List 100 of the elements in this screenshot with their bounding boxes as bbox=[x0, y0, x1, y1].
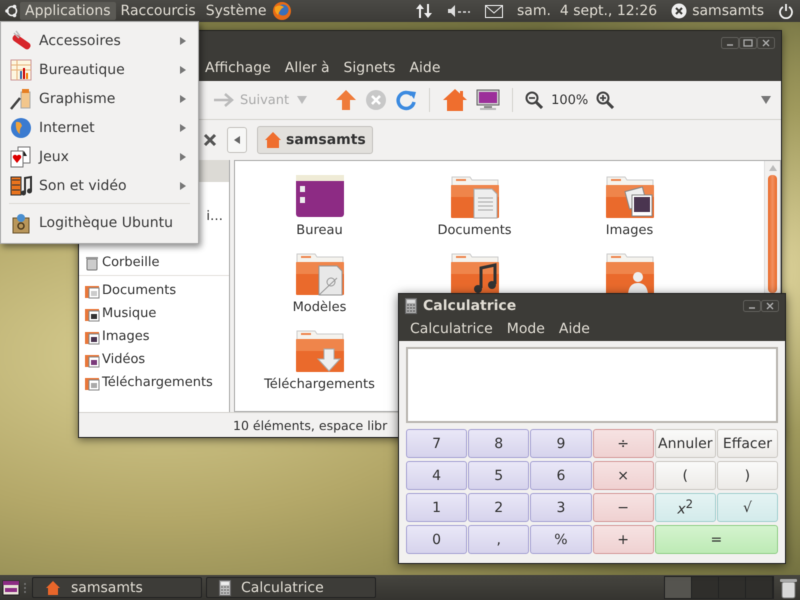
calculator-key[interactable]: x$^{2}$ bbox=[654, 493, 716, 522]
trash-icon[interactable] bbox=[778, 576, 798, 598]
scroll-left-button[interactable] bbox=[227, 127, 247, 153]
submenu-arrow-icon bbox=[180, 66, 186, 74]
maximize-icon[interactable] bbox=[739, 37, 757, 49]
close-icon[interactable] bbox=[761, 300, 779, 312]
desktop-folder-icon bbox=[294, 173, 344, 219]
calculator-key[interactable]: 5 bbox=[468, 461, 530, 490]
calculator-icon bbox=[405, 298, 417, 314]
spreadsheet-chart-icon bbox=[10, 58, 32, 80]
taskbar-button[interactable]: samsamts bbox=[32, 577, 202, 598]
status-text: 10 éléments, espace libr bbox=[233, 418, 388, 432]
zoom-in-icon[interactable] bbox=[596, 91, 614, 109]
zoom-out-icon[interactable] bbox=[525, 91, 544, 109]
film-note-icon bbox=[10, 174, 32, 196]
network-arrows-icon[interactable] bbox=[414, 2, 433, 20]
menu-item[interactable]: Accessoires bbox=[1, 26, 198, 55]
sidebar-item[interactable]: i… bbox=[206, 209, 223, 224]
left-triangle-icon bbox=[234, 136, 240, 144]
calculator-key[interactable]: 4 bbox=[406, 461, 468, 490]
calculator-key[interactable]: 8 bbox=[468, 429, 530, 458]
window-title: Calculatrice bbox=[423, 298, 518, 314]
sidebar-item[interactable]: Documents bbox=[79, 279, 229, 302]
close-icon[interactable] bbox=[757, 37, 775, 49]
sidebar-item[interactable]: Corbeille bbox=[79, 251, 229, 274]
pocket-knife-icon bbox=[10, 30, 32, 52]
menu-bar-item[interactable]: Aide bbox=[409, 60, 440, 76]
submenu-arrow-icon bbox=[180, 36, 186, 44]
file-label[interactable]: Téléchargements bbox=[264, 377, 375, 392]
right-arrow-icon bbox=[213, 92, 235, 108]
globe-icon bbox=[10, 116, 32, 138]
speaker-icon[interactable] bbox=[446, 4, 471, 18]
user-name[interactable]: samsamts bbox=[692, 3, 764, 19]
calculator-key[interactable]: 7 bbox=[406, 429, 468, 458]
clock[interactable]: sam. 4 sept., 12:26 bbox=[516, 3, 658, 19]
calculator-key[interactable]: ÷ bbox=[592, 429, 654, 458]
show-desktop-icon[interactable] bbox=[2, 578, 20, 596]
calculator-key[interactable]: % bbox=[530, 525, 592, 554]
calculator-key[interactable]: √ bbox=[716, 493, 778, 522]
menu-bar-item[interactable]: Mode bbox=[506, 321, 545, 337]
menu-item[interactable]: Bureautique bbox=[1, 55, 198, 84]
menu-item[interactable]: Internet bbox=[1, 113, 198, 142]
close-icon[interactable] bbox=[203, 133, 217, 147]
envelope-icon[interactable] bbox=[484, 4, 503, 18]
menu-bar-item[interactable]: Affichage bbox=[205, 60, 271, 76]
computer-icon[interactable] bbox=[476, 89, 500, 111]
calculator-key[interactable]: 3 bbox=[530, 493, 592, 522]
panel-menu[interactable]: Système bbox=[200, 2, 272, 20]
calculator-key[interactable]: 9 bbox=[530, 429, 592, 458]
trash-icon bbox=[84, 254, 100, 270]
calculator-key[interactable]: + bbox=[592, 525, 654, 554]
panel-menu[interactable]: Applications bbox=[20, 2, 116, 20]
panel-menu[interactable]: Raccourcis bbox=[116, 2, 201, 20]
caret-icon[interactable] bbox=[761, 96, 771, 104]
submenu-arrow-icon bbox=[180, 152, 186, 160]
file-label[interactable]: Bureau bbox=[296, 223, 343, 238]
calculator-key[interactable]: = bbox=[654, 525, 778, 554]
calculator-key[interactable]: − bbox=[592, 493, 654, 522]
globe-fox-icon[interactable] bbox=[272, 1, 292, 21]
calculator-key[interactable]: ) bbox=[716, 461, 778, 490]
calculator-key[interactable]: , bbox=[468, 525, 530, 554]
calculator-key[interactable]: 1 bbox=[406, 493, 468, 522]
display-field[interactable] bbox=[406, 347, 778, 423]
reload-icon[interactable] bbox=[395, 89, 418, 111]
handle-icon bbox=[24, 582, 28, 594]
calculator-key[interactable]: Annuler bbox=[654, 429, 716, 458]
sidebar-item[interactable]: Vidéos bbox=[79, 348, 229, 371]
sidebar-item[interactable]: Musique bbox=[79, 302, 229, 325]
calculator-key[interactable]: 0 bbox=[406, 525, 468, 554]
path-button[interactable]: samsamts bbox=[257, 126, 373, 154]
calculator-icon bbox=[219, 580, 231, 596]
minimize-icon[interactable] bbox=[743, 300, 761, 312]
ubuntu-logo-icon[interactable] bbox=[4, 3, 20, 19]
calculator-key[interactable]: × bbox=[592, 461, 654, 490]
sidebar-item[interactable]: Téléchargements bbox=[79, 371, 229, 394]
power-icon[interactable] bbox=[778, 3, 794, 19]
menu-item[interactable]: Graphisme bbox=[1, 84, 198, 113]
menu-bar-item[interactable]: Aide bbox=[558, 321, 590, 337]
menu-item[interactable]: Logithèque Ubuntu bbox=[1, 208, 198, 237]
calculator-key[interactable]: 2 bbox=[468, 493, 530, 522]
calculator-key[interactable]: Effacer bbox=[716, 429, 778, 458]
minimize-icon[interactable] bbox=[721, 37, 739, 49]
calculator-key[interactable]: ( bbox=[654, 461, 716, 490]
submenu-arrow-icon bbox=[180, 124, 186, 132]
scrollbar-thumb[interactable] bbox=[768, 175, 777, 293]
file-label[interactable]: Documents bbox=[437, 223, 512, 238]
calculator-key[interactable]: 6 bbox=[530, 461, 592, 490]
menu-item[interactable]: Son et vidéo bbox=[1, 171, 198, 200]
menu-bar-item[interactable]: Calculatrice bbox=[410, 321, 493, 337]
sidebar-item[interactable]: Images bbox=[79, 325, 229, 348]
menu-bar-item[interactable]: Signets bbox=[344, 60, 396, 76]
submenu-arrow-icon bbox=[180, 182, 186, 190]
taskbar-button[interactable]: Calculatrice bbox=[206, 577, 376, 598]
home-icon[interactable] bbox=[442, 88, 468, 112]
zoom-level: 100% bbox=[551, 92, 588, 108]
x-circle-icon[interactable] bbox=[671, 3, 688, 19]
menu-bar-item[interactable]: Aller à bbox=[284, 60, 330, 76]
menu-item[interactable]: Jeux bbox=[1, 142, 198, 171]
file-label[interactable]: Images bbox=[606, 223, 654, 238]
file-label[interactable]: Modèles bbox=[292, 300, 346, 315]
